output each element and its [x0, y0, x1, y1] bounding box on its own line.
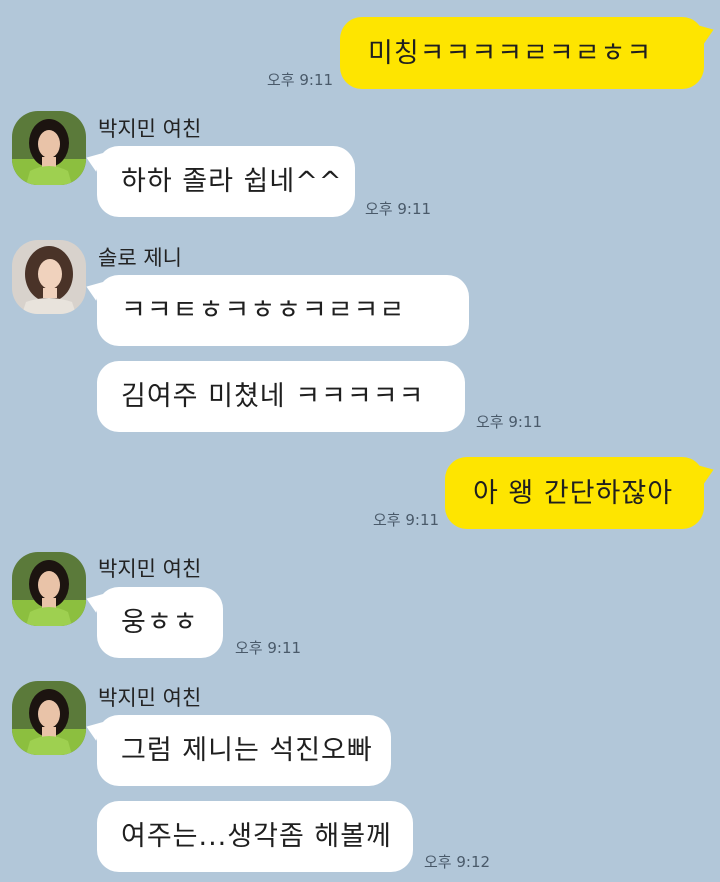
message-text: 하하 졸라 쉽네^^	[121, 166, 343, 197]
their-message-bubble[interactable]: 김여주 미쳤네 ㅋㅋㅋㅋㅋ	[97, 361, 465, 432]
message-time: 오후 9:11	[373, 511, 440, 529]
message-text: 여주는...생각좀 해볼께	[121, 821, 392, 852]
message-text: 김여주 미쳤네 ㅋㅋㅋㅋㅋ	[121, 381, 425, 412]
their-message-bubble[interactable]: 웅ㅎㅎ	[97, 587, 223, 658]
profile-photo-icon	[12, 111, 86, 185]
their-message-bubble[interactable]: 그럼 제니는 석진오빠	[97, 715, 391, 786]
their-message-bubble[interactable]: 하하 졸라 쉽네^^	[97, 146, 355, 217]
message-time: 오후 9:11	[365, 200, 432, 218]
avatar[interactable]	[12, 240, 86, 314]
message-text: ㅋㅋㅌㅎㅋㅎㅎㅋㄹㅋㄹ	[121, 295, 406, 326]
avatar[interactable]	[12, 681, 86, 755]
my-message-bubble[interactable]: 미칭ㅋㅋㅋㅋㄹㅋㄹㅎㅋ	[340, 17, 704, 89]
their-message-bubble[interactable]: ㅋㅋㅌㅎㅋㅎㅎㅋㄹㅋㄹ	[97, 275, 469, 346]
sender-name: 박지민 여친	[98, 557, 202, 581]
avatar[interactable]	[12, 552, 86, 626]
my-message-bubble[interactable]: 아 왱 간단하잖아	[445, 457, 704, 529]
sender-name: 박지민 여친	[98, 686, 202, 710]
message-time: 오후 9:12	[424, 853, 491, 871]
message-time: 오후 9:11	[267, 71, 334, 89]
profile-photo-icon	[12, 552, 86, 626]
their-message-bubble[interactable]: 여주는...생각좀 해볼께	[97, 801, 413, 872]
message-text: 웅ㅎㅎ	[121, 607, 199, 638]
message-time: 오후 9:11	[476, 413, 543, 431]
profile-photo-icon	[12, 681, 86, 755]
message-text: 그럼 제니는 석진오빠	[121, 735, 373, 766]
message-text: 아 왱 간단하잖아	[473, 477, 674, 509]
profile-photo-icon	[12, 240, 86, 314]
sender-name: 박지민 여친	[98, 117, 202, 141]
avatar[interactable]	[12, 111, 86, 185]
message-text: 미칭ㅋㅋㅋㅋㄹㅋㄹㅎㅋ	[368, 37, 653, 69]
message-time: 오후 9:11	[235, 639, 302, 657]
sender-name: 솔로 제니	[98, 246, 182, 270]
